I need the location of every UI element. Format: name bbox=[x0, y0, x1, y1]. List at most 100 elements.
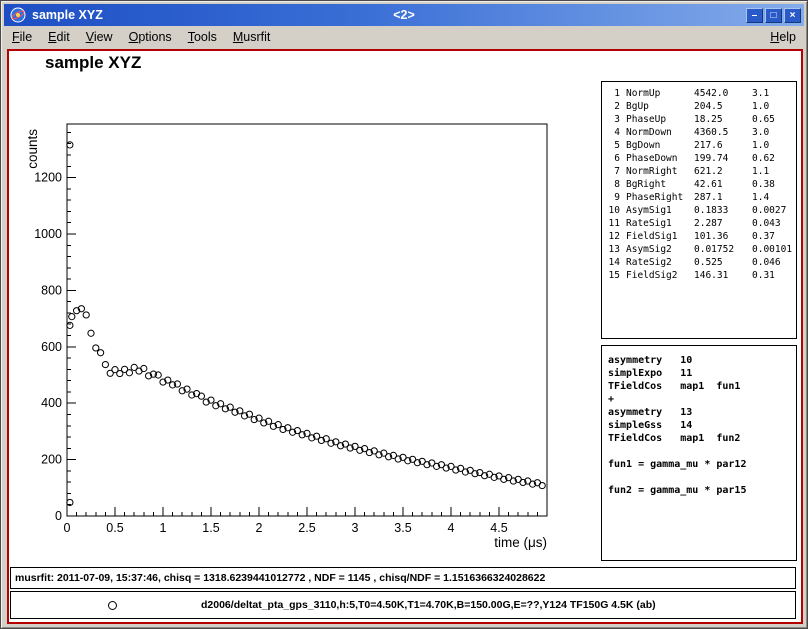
stat-index: 13 bbox=[606, 243, 620, 256]
stat-error: 1.0 bbox=[752, 100, 796, 113]
theory-line: + bbox=[608, 393, 796, 406]
stat-error: 0.65 bbox=[752, 113, 796, 126]
stat-index: 11 bbox=[606, 217, 620, 230]
stat-error: 0.046 bbox=[752, 256, 796, 269]
window-controls: –□× bbox=[746, 8, 801, 23]
stat-value: 101.36 bbox=[694, 230, 746, 243]
stat-value: 204.5 bbox=[694, 100, 746, 113]
theory-line: asymmetry 10 bbox=[608, 354, 796, 367]
stat-index: 9 bbox=[606, 191, 620, 204]
theory-line: simpleGss 14 bbox=[608, 419, 796, 432]
menu-tools[interactable]: Tools bbox=[180, 28, 225, 46]
fit-info-text: musrfit: 2011-07-09, 15:37:46, chisq = 1… bbox=[15, 572, 545, 584]
stat-error: 0.38 bbox=[752, 178, 796, 191]
theory-line bbox=[608, 445, 796, 458]
stat-value: 0.1833 bbox=[694, 204, 746, 217]
stat-index: 6 bbox=[606, 152, 620, 165]
stat-error: 1.4 bbox=[752, 191, 796, 204]
menu-file[interactable]: File bbox=[4, 28, 40, 46]
stat-error: 0.00101 bbox=[752, 243, 796, 256]
stat-value: 4542.0 bbox=[694, 87, 746, 100]
menu-view[interactable]: View bbox=[78, 28, 121, 46]
stat-value: 0.525 bbox=[694, 256, 746, 269]
legend-label: d2006/deltat_pta_gps_3110,h:5,T0=4.50K,T… bbox=[201, 599, 656, 611]
stat-value: 42.61 bbox=[694, 178, 746, 191]
app-icon bbox=[10, 7, 26, 23]
stat-error: 0.0027 bbox=[752, 204, 796, 217]
stat-value: 217.6 bbox=[694, 139, 746, 152]
window-title: sample XYZ bbox=[32, 8, 103, 22]
stat-name: PhaseRight bbox=[626, 191, 688, 204]
svg-text:1.5: 1.5 bbox=[202, 521, 219, 535]
title-bar[interactable]: sample XYZ <2> –□× bbox=[4, 4, 804, 26]
app-window: sample XYZ <2> –□× FileEditViewOptionsTo… bbox=[0, 0, 808, 629]
y-axis-title: counts bbox=[25, 129, 40, 169]
stat-index: 3 bbox=[606, 113, 620, 126]
stat-error: 0.37 bbox=[752, 230, 796, 243]
menu-musrfit[interactable]: Musrfit bbox=[225, 28, 279, 46]
legend-marker-circle bbox=[108, 601, 117, 610]
maximize-button[interactable]: □ bbox=[765, 8, 782, 23]
menu-options[interactable]: Options bbox=[121, 28, 180, 46]
stat-index: 10 bbox=[606, 204, 620, 217]
menu-edit[interactable]: Edit bbox=[40, 28, 78, 46]
stat-name: PhaseDown bbox=[626, 152, 688, 165]
stat-name: FieldSig2 bbox=[626, 269, 688, 282]
theory-line: simplExpo 11 bbox=[608, 367, 796, 380]
theory-line: TFieldCos map1 fun2 bbox=[608, 432, 796, 445]
theory-line: fun1 = gamma_mu * par12 bbox=[608, 458, 796, 471]
stat-value: 146.31 bbox=[694, 269, 746, 282]
axis-ticks bbox=[67, 132, 547, 516]
fit-info-box[interactable]: musrfit: 2011-07-09, 15:37:46, chisq = 1… bbox=[10, 567, 796, 589]
svg-text:3.5: 3.5 bbox=[394, 521, 411, 535]
stat-index: 15 bbox=[606, 269, 620, 282]
window-badge: <2> bbox=[393, 8, 415, 22]
stat-index: 1 bbox=[606, 87, 620, 100]
x-axis-title: time (μs) bbox=[494, 535, 547, 550]
theory-line: fun2 = gamma_mu * par15 bbox=[608, 484, 796, 497]
data-point bbox=[88, 330, 94, 336]
data-point bbox=[126, 370, 132, 376]
stat-index: 8 bbox=[606, 178, 620, 191]
menu-help[interactable]: Help bbox=[762, 28, 804, 46]
stat-value: 0.01752 bbox=[694, 243, 746, 256]
stat-error: 1.0 bbox=[752, 139, 796, 152]
theory-box[interactable]: asymmetry 10simplExpo 11TFieldCos map1 f… bbox=[601, 345, 797, 561]
stat-index: 4 bbox=[606, 126, 620, 139]
close-button[interactable]: × bbox=[784, 8, 801, 23]
svg-text:2: 2 bbox=[256, 521, 263, 535]
root-canvas[interactable]: sample XYZ 00.511.522.533.544.5020040060… bbox=[7, 49, 803, 624]
theory-line: asymmetry 13 bbox=[608, 406, 796, 419]
data-point bbox=[93, 345, 99, 351]
svg-text:800: 800 bbox=[41, 283, 62, 297]
stat-index: 2 bbox=[606, 100, 620, 113]
svg-text:3: 3 bbox=[352, 521, 359, 535]
data-point bbox=[98, 350, 104, 356]
svg-text:200: 200 bbox=[41, 453, 62, 467]
parameter-stats-box[interactable]: 1NormUp4542.03.12BgUp204.51.03PhaseUp18.… bbox=[601, 81, 797, 339]
legend-box[interactable]: d2006/deltat_pta_gps_3110,h:5,T0=4.50K,T… bbox=[10, 591, 796, 619]
stat-error: 0.62 bbox=[752, 152, 796, 165]
theory-line: TFieldCos map1 fun1 bbox=[608, 380, 796, 393]
stat-error: 0.043 bbox=[752, 217, 796, 230]
stat-name: FieldSig1 bbox=[626, 230, 688, 243]
theory-line bbox=[608, 471, 796, 484]
minimize-button[interactable]: – bbox=[746, 8, 763, 23]
data-point bbox=[141, 365, 147, 371]
stat-index: 7 bbox=[606, 165, 620, 178]
svg-text:1000: 1000 bbox=[34, 227, 62, 241]
data-point bbox=[102, 361, 108, 367]
stat-index: 14 bbox=[606, 256, 620, 269]
stat-name: BgRight bbox=[626, 178, 688, 191]
stat-name: NormRight bbox=[626, 165, 688, 178]
stat-value: 199.74 bbox=[694, 152, 746, 165]
svg-text:0.5: 0.5 bbox=[106, 521, 123, 535]
data-point bbox=[67, 322, 73, 328]
menu-bar: FileEditViewOptionsToolsMusrfit Help bbox=[4, 26, 804, 47]
stat-name: NormDown bbox=[626, 126, 688, 139]
svg-text:600: 600 bbox=[41, 340, 62, 354]
svg-text:4.5: 4.5 bbox=[490, 521, 507, 535]
svg-text:400: 400 bbox=[41, 396, 62, 410]
svg-text:1: 1 bbox=[160, 521, 167, 535]
stat-name: RateSig2 bbox=[626, 256, 688, 269]
